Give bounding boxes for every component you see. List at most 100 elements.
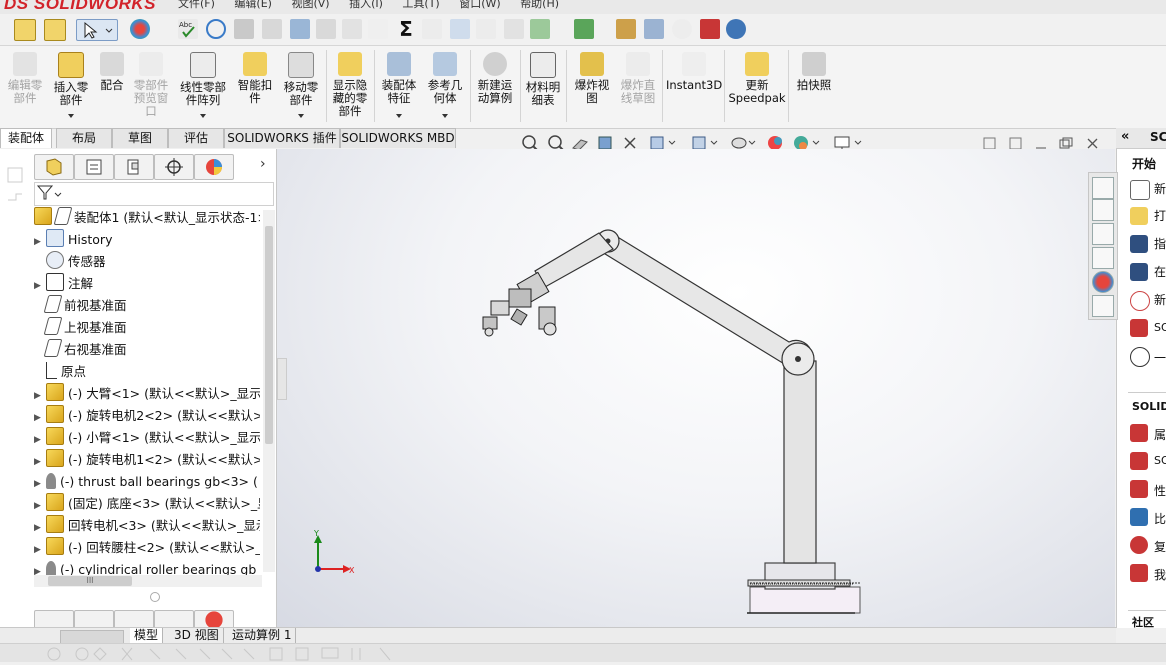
performance-evaluation-icon[interactable] xyxy=(504,19,524,39)
assembly-visualization-icon[interactable] xyxy=(316,19,336,39)
tree-item[interactable]: ▶ (-) 旋转电机1<2> (默认<<默认>_ xyxy=(34,449,260,471)
check-icon[interactable] xyxy=(530,19,550,39)
insert-components-dropdown-icon[interactable] xyxy=(68,114,74,118)
tab-model[interactable]: 模型 xyxy=(130,628,164,643)
explode-line-sketch-button[interactable]: 爆炸直 线草图 xyxy=(616,50,660,105)
upper-arm-part[interactable] xyxy=(596,229,815,376)
task-pane-tool[interactable]: 性 xyxy=(1154,482,1166,499)
tab-3d-view[interactable]: 3D 视图 xyxy=(170,628,224,643)
assembly-features-button[interactable]: 装配体 特征 xyxy=(378,50,420,105)
tab-solidworks-addins[interactable]: SOLIDWORKS 插件 xyxy=(224,128,340,148)
select-pointer-button[interactable] xyxy=(76,19,118,41)
bill-of-materials-button[interactable]: 材料明 细表 xyxy=(522,50,564,107)
approve-icon[interactable] xyxy=(672,19,692,39)
tree-item[interactable]: 传感器 xyxy=(34,251,260,273)
splitter-handle[interactable] xyxy=(150,592,160,602)
task-pane-link-whats-new[interactable]: 新 xyxy=(1154,291,1166,308)
configurationmanager-tab[interactable] xyxy=(114,154,154,180)
home-icon[interactable] xyxy=(1092,177,1114,199)
forearm-part[interactable] xyxy=(534,232,614,288)
expand-arrow-icon[interactable]: ▶ xyxy=(34,539,46,559)
tab-sketch[interactable]: 草图 xyxy=(112,128,168,148)
hole-alignment-icon[interactable] xyxy=(422,19,442,39)
tree-item[interactable]: 上视基准面 xyxy=(34,317,260,339)
sketch-icon[interactable] xyxy=(476,19,496,39)
section-view-icon[interactable] xyxy=(598,136,612,150)
featuremanager-tab[interactable] xyxy=(34,154,74,180)
tree-item[interactable]: ▶ (固定) 底座<3> (默认<<默认>_显 xyxy=(34,493,260,515)
tree-item[interactable]: 原点 xyxy=(34,361,260,383)
tree-horizontal-scroll-thumb[interactable]: III xyxy=(48,576,132,586)
pane-left-icon[interactable] xyxy=(983,137,996,150)
task-pane-tool[interactable]: 比 xyxy=(1154,510,1166,527)
expand-arrow-icon[interactable]: ▶ xyxy=(34,231,46,251)
publish-icon[interactable] xyxy=(700,19,720,39)
expand-arrow-icon[interactable]: ▶ xyxy=(34,495,46,515)
tab-layout[interactable]: 布局 xyxy=(56,128,112,148)
file-explorer-icon[interactable] xyxy=(1092,223,1114,245)
tree-item[interactable]: ▶ 注解 xyxy=(34,273,260,295)
component-select-icon[interactable] xyxy=(14,19,36,41)
spell-check-icon[interactable]: Abc xyxy=(178,19,198,39)
tree-root-assembly[interactable]: 装配体1 (默认<默认_显示状态-1> xyxy=(34,207,260,229)
menu-view[interactable]: 视图(V) xyxy=(291,0,329,10)
collapse-icon[interactable]: « xyxy=(1121,129,1129,144)
component-preview-button[interactable]: 零部件 预览窗 口 xyxy=(130,50,172,118)
panel-tabs-more-icon[interactable]: › xyxy=(260,156,266,172)
mass-properties-icon[interactable] xyxy=(234,19,254,39)
measure-icon[interactable] xyxy=(206,19,226,39)
tree-item[interactable]: 前视基准面 xyxy=(34,295,260,317)
sum-icon[interactable]: Σ xyxy=(396,19,416,39)
tree-item[interactable]: ▶ History xyxy=(34,229,260,251)
restore-icon[interactable] xyxy=(1059,137,1073,149)
linear-pattern-dropdown-icon[interactable] xyxy=(200,114,206,118)
edit-component-button[interactable]: 编辑零 部件 xyxy=(2,50,48,105)
task-pane-tool[interactable]: 属 xyxy=(1154,426,1166,443)
hide-show-items-icon[interactable] xyxy=(731,137,756,149)
display-style-icon[interactable] xyxy=(692,136,718,150)
exploded-view-button[interactable]: 爆炸视 图 xyxy=(570,50,614,105)
assembly-features-dropdown-icon[interactable] xyxy=(396,114,402,118)
tab-assembly[interactable]: 装配体 xyxy=(0,128,52,148)
task-pane-tool[interactable]: 复 xyxy=(1154,538,1166,555)
tree-item[interactable]: 右视基准面 xyxy=(34,339,260,361)
reference-geometry-button[interactable]: 参考几 何体 xyxy=(424,50,466,105)
task-pane-tool[interactable]: SO xyxy=(1154,454,1166,467)
pane-right-icon[interactable] xyxy=(1009,137,1022,150)
close-icon[interactable] xyxy=(1087,138,1098,149)
expand-arrow-icon[interactable]: ▶ xyxy=(34,385,46,405)
task-pane-link-solidworks[interactable]: SO xyxy=(1154,321,1166,334)
mate-button[interactable]: 配合 xyxy=(96,50,128,92)
expand-arrow-icon[interactable]: ▶ xyxy=(34,517,46,537)
design-table-icon[interactable] xyxy=(574,19,594,39)
expand-arrow-icon[interactable]: ▶ xyxy=(34,451,46,471)
replace-component-icon[interactable] xyxy=(44,19,66,41)
tree-item[interactable]: ▶ (-) 大臂<1> (默认<<默认>_显示状 xyxy=(34,383,260,405)
task-pane-link-info[interactable]: 一 xyxy=(1154,349,1166,366)
expand-arrow-icon[interactable]: ▶ xyxy=(34,407,46,427)
tab-scroll-buttons[interactable] xyxy=(60,630,124,644)
menu-window[interactable]: 窗口(W) xyxy=(459,0,500,10)
move-icon[interactable] xyxy=(290,19,310,39)
linear-pattern-button[interactable]: 线性零部 件阵列 xyxy=(176,50,230,107)
dynamic-annotation-icon[interactable] xyxy=(624,137,636,149)
motion-icon[interactable] xyxy=(644,19,664,39)
edit-appearance-icon[interactable] xyxy=(768,136,782,150)
menu-tools[interactable]: 工具(T) xyxy=(402,0,439,10)
base-part[interactable] xyxy=(747,562,861,614)
tree-filter[interactable] xyxy=(34,182,274,206)
tree-item[interactable]: ▶ (-) thrust ball bearings gb<3> ( xyxy=(34,471,260,493)
expand-arrow-icon[interactable]: ▶ xyxy=(34,275,46,295)
show-hidden-button[interactable]: 显示隐 藏的零 部件 xyxy=(330,50,370,118)
menu-help[interactable]: 帮助(H) xyxy=(520,0,559,10)
waist-column-part[interactable] xyxy=(783,360,817,564)
tree-item[interactable]: ▶ (-) 小臂<1> (默认<<默认>_显示状 xyxy=(34,427,260,449)
move-component-dropdown-icon[interactable] xyxy=(298,114,304,118)
dimxpert-tab[interactable] xyxy=(154,154,194,180)
section-properties-icon[interactable] xyxy=(262,19,282,39)
reference-geometry-dropdown-icon[interactable] xyxy=(442,114,448,118)
tree-item[interactable]: ▶ (-) 回转腰柱<2> (默认<<默认>_显 xyxy=(34,537,260,559)
move-component-button[interactable]: 移动零 部件 xyxy=(280,50,322,107)
tree-item[interactable]: ▶ 回转电机<3> (默认<<默认>_显示 xyxy=(34,515,260,537)
tree-item[interactable]: ▶ (-) 旋转电机2<2> (默认<<默认>_ xyxy=(34,405,260,427)
